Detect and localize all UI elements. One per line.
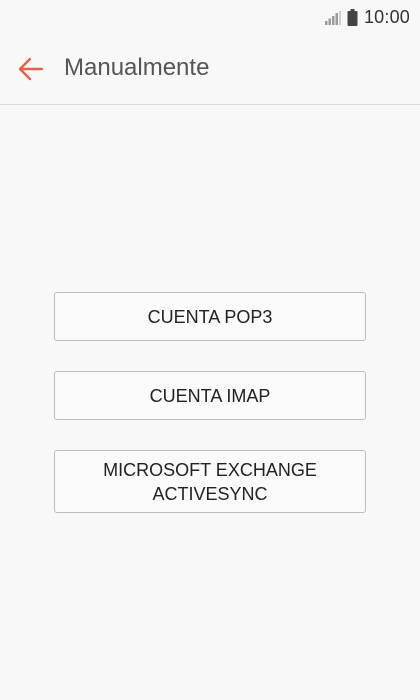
status-bar: 10:00 <box>0 0 420 34</box>
imap-account-button[interactable]: CUENTA IMAP <box>54 371 366 420</box>
status-icons: 10:00 <box>324 7 410 28</box>
app-bar: Manualmente <box>0 34 420 105</box>
page-title: Manualmente <box>64 54 210 81</box>
signal-icon <box>324 10 341 25</box>
exchange-label-line2: ACTIVESYNC <box>152 483 268 504</box>
exchange-label-line1: MICROSOFT EXCHANGE <box>103 459 317 480</box>
imap-account-label: CUENTA IMAP <box>149 385 271 406</box>
battery-icon <box>347 9 358 26</box>
exchange-activesync-label: MICROSOFT EXCHANGE ACTIVESYNC <box>103 458 317 506</box>
exchange-activesync-button[interactable]: MICROSOFT EXCHANGE ACTIVESYNC <box>54 450 366 513</box>
status-time: 10:00 <box>363 7 410 27</box>
pop3-account-button[interactable]: CUENTA POP3 <box>54 292 366 341</box>
pop3-account-label: CUENTA POP3 <box>147 306 273 327</box>
back-arrow-icon[interactable] <box>17 56 45 82</box>
